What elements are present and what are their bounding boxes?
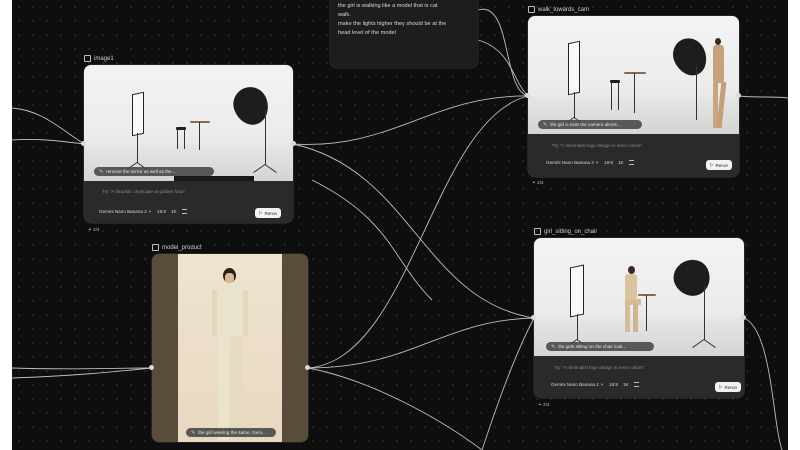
prompt-chip[interactable]: ✎ the girl is near the camera almos... [538,120,642,129]
prompt-chip[interactable]: ✎ the girls sitting on the chair look... [546,342,654,351]
model-select[interactable]: Gemini Nano Banana 2 ▼ [551,382,604,387]
resolution[interactable]: 1K [618,160,624,165]
node-toolbar: Gemini Nano Banana 2 ▼ 16:9 1K [551,382,639,387]
image-node-icon [84,55,91,62]
link-count: ⚭ 2/4 [532,180,544,185]
resolution[interactable]: 1K [171,209,177,214]
sliders-icon[interactable] [628,160,634,165]
sliders-icon[interactable] [633,382,639,387]
chevron-down-icon: ▼ [148,209,153,214]
prompt-input-hint[interactable]: Try "A minimalist logo design in neon co… [552,143,642,148]
link-icon: ⚭ [532,180,536,185]
output-port[interactable] [291,141,296,146]
prompt-chip[interactable]: ✎ the girl wearing the same, Gem... [186,428,276,437]
aspect-ratio[interactable]: 16:9 [609,382,618,387]
link-count: ⚭ 2/4 [538,402,550,407]
generated-image-product[interactable]: ✎ the girl wearing the same, Gem... [178,254,282,442]
rerun-button[interactable]: ▷ Rerun [255,208,282,218]
chevron-down-icon: ▼ [595,160,600,165]
output-port[interactable] [736,93,741,98]
pencil-icon: ✎ [551,343,556,350]
prompt-line: head level of the model [338,30,396,36]
prompt-text-node[interactable]: the girl is walking like a model that is… [330,0,478,68]
resolution[interactable]: 1K [623,382,629,387]
sliders-icon[interactable] [181,209,187,214]
image-node-walk[interactable]: ✎ the girl is near the camera almos... T… [528,16,739,177]
link-icon: ⚭ [88,227,92,232]
image-node-image1[interactable]: ✎ remove the mirror as well as the ... T… [84,65,293,223]
prompt-line: make the lights higher they should be at… [338,21,447,27]
input-port[interactable] [531,315,536,320]
input-port[interactable] [149,365,154,370]
image-node-icon [152,244,159,251]
generated-image-sitting[interactable]: ✎ the girls sitting on the chair look... [534,238,744,356]
image-node-sitting[interactable]: ✎ the girls sitting on the chair look...… [534,238,744,398]
aspect-ratio[interactable]: 16:9 [157,209,166,214]
node-toolbar: Gemini Nano Banana 2 ▼ 16:9 1K [546,160,634,165]
generated-image-walking[interactable]: ✎ the girl is near the camera almos... [528,16,739,134]
chevron-down-icon: ▼ [600,382,605,387]
pencil-icon: ✎ [99,168,104,175]
model-figure [620,266,642,334]
node-title-model-product[interactable]: model_product [152,244,202,251]
model-select[interactable]: Gemini Nano Banana 2 ▼ [99,209,152,214]
node-title-sitting[interactable]: girl_sitting_on_chair [534,228,597,235]
aspect-ratio[interactable]: 16:9 [604,160,613,165]
pencil-icon: ✎ [191,429,196,436]
link-icon: ⚭ [538,402,542,407]
input-port[interactable] [81,141,86,146]
input-port[interactable] [525,93,530,98]
play-icon: ▷ [710,162,714,167]
output-port[interactable] [305,365,310,370]
rerun-button[interactable]: ▷ Rerun [706,160,733,170]
pencil-icon: ✎ [543,121,548,128]
prompt-line: the girl is walking like a model that is… [338,3,438,9]
node-canvas[interactable]: the girl is walking like a model that is… [12,0,788,450]
play-icon: ▷ [719,384,723,389]
output-port[interactable] [741,315,746,320]
node-toolbar: Gemini Nano Banana 2 ▼ 16:9 1K [99,209,187,214]
node-title-image1[interactable]: image1 [84,55,114,62]
model-figure [710,38,727,130]
model-figure [212,268,248,440]
play-icon: ▷ [259,210,263,215]
prompt-input-hint[interactable]: Try "A futuristic cityscape at golden ho… [102,189,185,194]
prompt-line: walk. [338,12,351,18]
image-node-icon [534,228,541,235]
prompt-input-hint[interactable]: Try "A minimalist logo design in neon co… [554,365,644,370]
generated-image-studio[interactable]: ✎ remove the mirror as well as the ... [84,65,293,181]
rerun-button[interactable]: ▷ Rerun [715,382,742,392]
prompt-chip[interactable]: ✎ remove the mirror as well as the ... [94,167,214,176]
link-count: ⚭ 2/4 [88,227,100,232]
image-node-icon [528,6,535,13]
node-title-walk[interactable]: walk_towards_cam [528,6,589,13]
image-node-model-product[interactable]: ✎ the girl wearing the same, Gem... [152,254,308,442]
model-select[interactable]: Gemini Nano Banana 2 ▼ [546,160,599,165]
